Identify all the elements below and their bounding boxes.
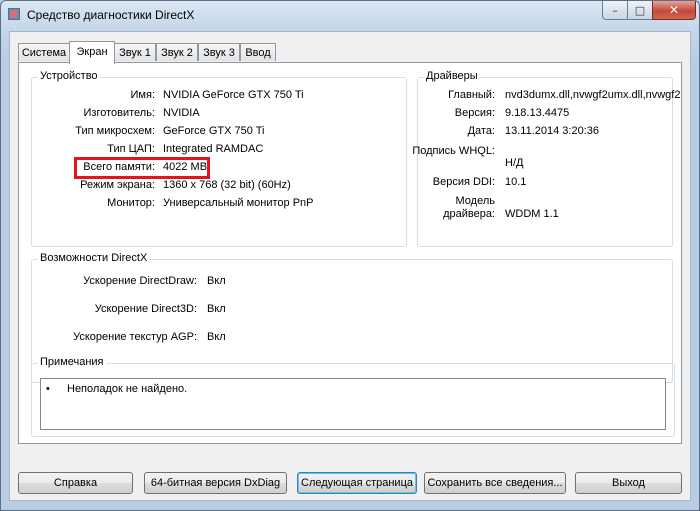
main-driver-value: nvd3dumx.dll,nvwgf2umx.dll,nvwgf2 <box>505 89 681 101</box>
directx-features-title: Возможности DirectX <box>38 252 150 264</box>
dac-type-value: Integrated RAMDAC <box>163 143 264 155</box>
maximize-button[interactable]: □ <box>627 1 653 20</box>
directdraw-accel-label: Ускорение DirectDraw: <box>83 275 197 287</box>
driver-model-value: WDDM 1.1 <box>505 208 559 220</box>
notes-group-title: Примечания <box>38 356 106 368</box>
driver-model-label-line2: драйвера: <box>443 208 495 220</box>
dxdiag-app-icon <box>8 8 20 20</box>
dac-type-label: Тип ЦАП: <box>107 143 155 155</box>
tab-system[interactable]: Система <box>18 43 70 61</box>
display-mode-label: Режим экрана: <box>80 179 155 191</box>
notes-group: Примечания • Неполадок не найдено. <box>31 356 675 437</box>
client-area: Система Экран Звук 1 Звук 2 Звук 3 Ввод … <box>9 31 691 501</box>
help-button[interactable]: Справка <box>18 472 133 494</box>
device-name-label: Имя: <box>130 89 155 101</box>
monitor-value: Универсальный монитор PnP <box>163 197 314 209</box>
driver-date-value: 13.11.2014 3:20:36 <box>505 125 599 137</box>
tab-display[interactable]: Экран <box>69 41 115 64</box>
chip-type-label: Тип микросхем: <box>75 125 155 137</box>
tab-sound-2[interactable]: Звук 2 <box>156 43 198 61</box>
driver-date-label: Дата: <box>467 125 495 137</box>
main-driver-label: Главный: <box>448 89 495 101</box>
note-bullet: • <box>46 383 50 395</box>
driver-model-label-line1: Модель <box>455 195 495 207</box>
tab-input[interactable]: Ввод <box>240 43 276 61</box>
device-group-title: Устройство <box>38 70 100 82</box>
title-bar[interactable]: Средство диагностики DirectX – □ ✕ <box>1 1 699 31</box>
close-button[interactable]: ✕ <box>652 1 696 20</box>
manufacturer-label: Изготовитель: <box>83 107 156 119</box>
agp-texture-accel-value: Вкл <box>207 331 226 343</box>
next-page-button[interactable]: Следующая страница <box>297 472 417 494</box>
notes-textbox[interactable]: • Неполадок не найдено. <box>40 378 666 430</box>
tab-sound-3[interactable]: Звук 3 <box>198 43 240 61</box>
drivers-group-title: Драйверы <box>424 70 480 82</box>
direct3d-accel-value: Вкл <box>207 303 226 315</box>
whql-value: Н/Д <box>505 157 524 169</box>
device-name-value: NVIDIA GeForce GTX 750 Ti <box>163 89 304 101</box>
drivers-group: Драйверы <box>417 70 673 247</box>
window-title: Средство диагностики DirectX <box>27 8 195 22</box>
dxdiag-64bit-button[interactable]: 64-битная версия DxDiag <box>144 472 287 494</box>
exit-button[interactable]: Выход <box>575 472 682 494</box>
note-text: Неполадок не найдено. <box>67 383 188 395</box>
driver-version-value: 9.18.13.4475 <box>505 107 570 119</box>
whql-label: Подпись WHQL: <box>412 145 495 157</box>
agp-texture-accel-label: Ускорение текстур AGP: <box>73 331 197 343</box>
manufacturer-value: NVIDIA <box>163 107 200 119</box>
driver-version-label: Версия: <box>454 107 495 119</box>
chip-type-value: GeForce GTX 750 Ti <box>163 125 265 137</box>
direct3d-accel-label: Ускорение Direct3D: <box>94 303 197 315</box>
monitor-label: Монитор: <box>107 197 155 209</box>
minimize-button[interactable]: – <box>602 1 628 20</box>
display-tab-panel: Устройство Имя: NVIDIA GeForce GTX 750 T… <box>18 62 682 444</box>
display-mode-value: 1360 x 768 (32 bit) (60Hz) <box>163 179 291 191</box>
save-all-info-button[interactable]: Сохранить все сведения... <box>424 472 566 494</box>
ddi-version-label: Версия DDI: <box>432 176 495 188</box>
dxdiag-window: Средство диагностики DirectX – □ ✕ Систе… <box>0 0 700 511</box>
tab-sound-1[interactable]: Звук 1 <box>114 43 156 61</box>
directdraw-accel-value: Вкл <box>207 275 226 287</box>
memory-highlight-box <box>74 157 210 179</box>
ddi-version-value: 10.1 <box>505 176 527 188</box>
